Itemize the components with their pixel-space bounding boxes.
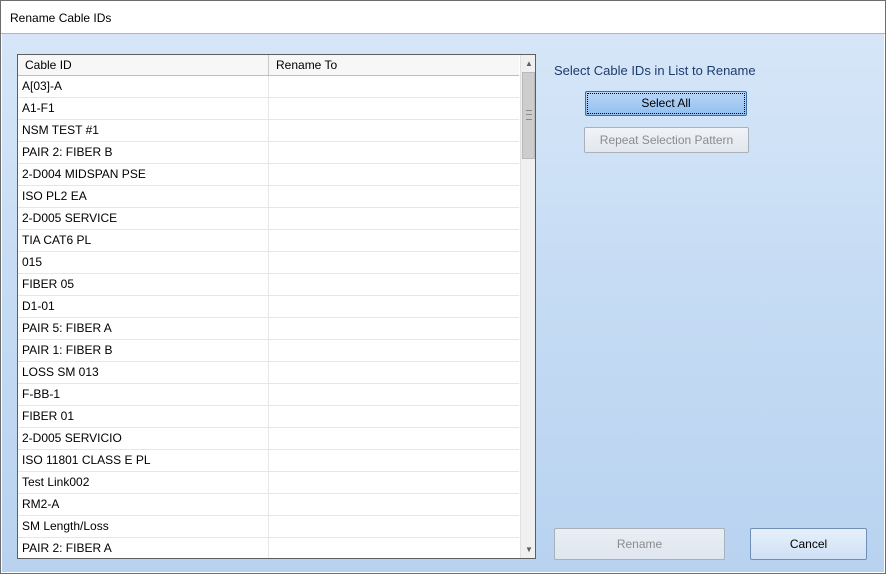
- vertical-scrollbar[interactable]: ▲ ▼: [520, 55, 535, 558]
- rename-to-cell[interactable]: [269, 164, 519, 185]
- cable-id-cell[interactable]: 015: [18, 252, 269, 273]
- cable-id-cell[interactable]: A1-F1: [18, 98, 269, 119]
- column-header-cable-id[interactable]: Cable ID: [18, 55, 269, 75]
- rename-to-cell[interactable]: [269, 296, 519, 317]
- table-row[interactable]: PAIR 1: FIBER B: [18, 340, 519, 362]
- table-row[interactable]: 2-D005 SERVICIO: [18, 428, 519, 450]
- rename-to-cell[interactable]: [269, 76, 519, 97]
- title-bar[interactable]: Rename Cable IDs: [1, 1, 885, 34]
- table-row[interactable]: 2-D004 MIDSPAN PSE: [18, 164, 519, 186]
- table-row[interactable]: PAIR 2: FIBER B: [18, 142, 519, 164]
- rename-to-cell[interactable]: [269, 384, 519, 405]
- scroll-down-icon[interactable]: ▼: [521, 541, 535, 558]
- select-all-button[interactable]: Select All: [585, 91, 747, 116]
- cable-id-cell[interactable]: 2-D004 MIDSPAN PSE: [18, 164, 269, 185]
- cable-id-cell[interactable]: ISO PL2 EA: [18, 186, 269, 207]
- cable-id-cell[interactable]: NSM TEST #1: [18, 120, 269, 141]
- table-row[interactable]: 2-D005 SERVICE: [18, 208, 519, 230]
- cable-id-cell[interactable]: ISO 11801 CLASS E PL: [18, 450, 269, 471]
- rename-to-cell[interactable]: [269, 120, 519, 141]
- rename-to-cell[interactable]: [269, 450, 519, 471]
- cable-id-cell[interactable]: LOSS SM 013: [18, 362, 269, 383]
- table-row[interactable]: TIA CAT6 PL: [18, 230, 519, 252]
- cable-id-grid[interactable]: Cable ID Rename To A[03]-A A1-F1 NSM TEST …: [17, 54, 536, 559]
- cable-id-cell[interactable]: PAIR 2: FIBER B: [18, 142, 269, 163]
- table-row[interactable]: PAIR 2: FIBER A: [18, 538, 519, 558]
- table-row[interactable]: FIBER 05: [18, 274, 519, 296]
- scrollbar-grip-icon: [526, 110, 532, 120]
- cable-id-cell[interactable]: PAIR 5: FIBER A: [18, 318, 269, 339]
- scrollbar-thumb[interactable]: [522, 72, 535, 159]
- table-row[interactable]: F-BB-1: [18, 384, 519, 406]
- cable-id-cell[interactable]: FIBER 05: [18, 274, 269, 295]
- rename-to-cell[interactable]: [269, 208, 519, 229]
- rename-to-cell[interactable]: [269, 428, 519, 449]
- rename-to-cell[interactable]: [269, 142, 519, 163]
- cable-id-cell[interactable]: Test Link002: [18, 472, 269, 493]
- table-row[interactable]: D1-01: [18, 296, 519, 318]
- rename-button[interactable]: Rename: [554, 528, 725, 560]
- cable-id-cell[interactable]: SM Length/Loss: [18, 516, 269, 537]
- cable-id-cell[interactable]: PAIR 1: FIBER B: [18, 340, 269, 361]
- table-row[interactable]: A1-F1: [18, 98, 519, 120]
- column-header-rename-to[interactable]: Rename To: [269, 55, 519, 75]
- rename-to-cell[interactable]: [269, 406, 519, 427]
- rename-to-cell[interactable]: [269, 186, 519, 207]
- rename-to-cell[interactable]: [269, 230, 519, 251]
- dialog-body: Cable ID Rename To A[03]-A A1-F1 NSM TEST …: [2, 34, 884, 572]
- table-row[interactable]: A[03]-A: [18, 76, 519, 98]
- table-row[interactable]: ISO PL2 EA: [18, 186, 519, 208]
- rename-to-cell[interactable]: [269, 318, 519, 339]
- rename-to-cell[interactable]: [269, 98, 519, 119]
- rename-to-cell[interactable]: [269, 538, 519, 558]
- table-row[interactable]: PAIR 5: FIBER A: [18, 318, 519, 340]
- selection-instructions: Select Cable IDs in List to Rename: [554, 63, 756, 78]
- rename-to-cell[interactable]: [269, 340, 519, 361]
- scroll-up-icon[interactable]: ▲: [521, 55, 535, 72]
- grid-header: Cable ID Rename To: [18, 55, 519, 76]
- cable-id-cell[interactable]: FIBER 01: [18, 406, 269, 427]
- table-row[interactable]: LOSS SM 013: [18, 362, 519, 384]
- table-row[interactable]: NSM TEST #1: [18, 120, 519, 142]
- cable-id-cell[interactable]: TIA CAT6 PL: [18, 230, 269, 251]
- rename-cable-ids-dialog: Rename Cable IDs Cable ID Rename To A[03…: [0, 0, 886, 574]
- rename-to-cell[interactable]: [269, 516, 519, 537]
- rename-to-cell[interactable]: [269, 472, 519, 493]
- rename-to-cell[interactable]: [269, 494, 519, 515]
- table-row[interactable]: ISO 11801 CLASS E PL: [18, 450, 519, 472]
- cable-id-cell[interactable]: A[03]-A: [18, 76, 269, 97]
- cable-id-cell[interactable]: PAIR 2: FIBER A: [18, 538, 269, 558]
- rename-to-cell[interactable]: [269, 252, 519, 273]
- rename-to-cell[interactable]: [269, 274, 519, 295]
- grid-rows: A[03]-A A1-F1 NSM TEST #1 PAIR 2: FIBER B 2-…: [18, 76, 519, 558]
- repeat-selection-pattern-button[interactable]: Repeat Selection Pattern: [584, 127, 749, 153]
- cancel-button[interactable]: Cancel: [750, 528, 867, 560]
- cable-id-cell[interactable]: F-BB-1: [18, 384, 269, 405]
- table-row[interactable]: 015: [18, 252, 519, 274]
- cable-id-cell[interactable]: 2-D005 SERVICIO: [18, 428, 269, 449]
- table-row[interactable]: FIBER 01: [18, 406, 519, 428]
- cable-id-cell[interactable]: 2-D005 SERVICE: [18, 208, 269, 229]
- table-row[interactable]: Test Link002: [18, 472, 519, 494]
- cable-id-cell[interactable]: D1-01: [18, 296, 269, 317]
- rename-to-cell[interactable]: [269, 362, 519, 383]
- cable-id-cell[interactable]: RM2-A: [18, 494, 269, 515]
- window-title: Rename Cable IDs: [10, 11, 112, 25]
- table-row[interactable]: RM2-A: [18, 494, 519, 516]
- table-row[interactable]: SM Length/Loss: [18, 516, 519, 538]
